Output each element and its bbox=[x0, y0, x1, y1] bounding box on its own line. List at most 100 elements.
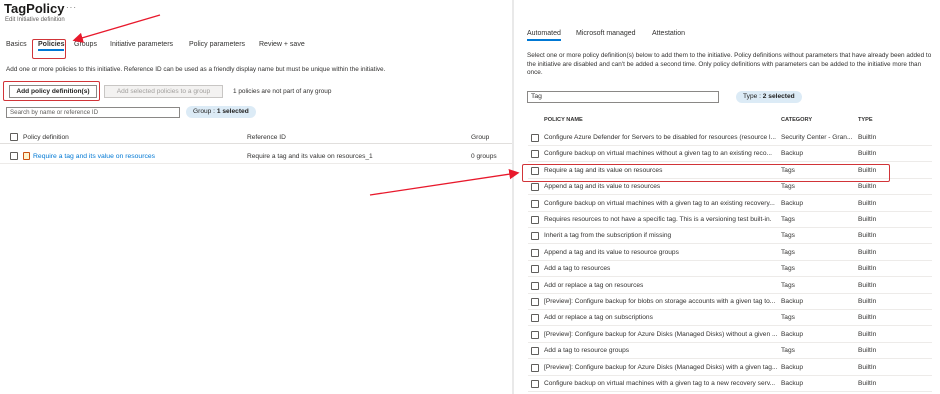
policy-row[interactable]: Configure backup on virtual machines wit… bbox=[528, 376, 932, 392]
policy-row-type: BuiltIn bbox=[858, 199, 877, 207]
policy-row-type: BuiltIn bbox=[858, 314, 877, 322]
policy-row[interactable]: Configure backup on virtual machines wit… bbox=[528, 146, 932, 163]
policy-row-type: BuiltIn bbox=[858, 380, 877, 387]
policy-row[interactable]: [Preview]: Configure backup for Azure Di… bbox=[528, 327, 932, 343]
col-policy-name: POLICY NAME bbox=[544, 117, 583, 123]
policy-row-type: BuiltIn bbox=[858, 248, 877, 256]
policy-row-type: BuiltIn bbox=[858, 281, 877, 289]
tab-groups[interactable]: Groups bbox=[74, 41, 97, 48]
policy-row-category: Tags bbox=[781, 281, 795, 289]
policy-row[interactable]: Append a tag and its value to resource g… bbox=[528, 245, 932, 261]
policy-row-checkbox[interactable] bbox=[531, 150, 539, 159]
policies-description: Add one or more policies to this initiat… bbox=[6, 66, 386, 73]
selected-policy-highlight bbox=[522, 164, 890, 182]
policy-row-checkbox[interactable] bbox=[531, 248, 539, 257]
policy-search-input[interactable]: Tag bbox=[527, 91, 719, 103]
group-filter-pill[interactable]: Group : 1 selected bbox=[186, 106, 256, 118]
policy-row-category: Tags bbox=[781, 216, 795, 223]
policy-row-name: Configure backup on virtual machines wit… bbox=[544, 150, 772, 158]
policy-row-checkbox[interactable] bbox=[531, 265, 539, 274]
more-options-icon[interactable]: ··· bbox=[66, 3, 77, 12]
policy-row-checkbox[interactable] bbox=[531, 216, 539, 224]
col-reference-id: Reference ID bbox=[247, 134, 286, 141]
type-filter-pill[interactable]: Type : 2 selected bbox=[736, 91, 802, 103]
tab-attestation[interactable]: Attestation bbox=[652, 30, 685, 37]
policy-link[interactable]: Require a tag and its value on resources bbox=[33, 153, 155, 160]
policy-row-name: [Preview]: Configure backup for Azure Di… bbox=[544, 363, 778, 371]
policy-row-checkbox[interactable] bbox=[531, 330, 539, 339]
policy-row-name: Requires resources to not have a specifi… bbox=[544, 216, 772, 223]
policy-row[interactable]: Add or replace a tag on resources Tags Bui… bbox=[528, 278, 932, 294]
col-group: Group bbox=[471, 134, 490, 141]
group-filter-label: Group : bbox=[193, 108, 217, 115]
policy-row-checkbox[interactable] bbox=[531, 363, 539, 372]
policy-row-checkbox[interactable] bbox=[531, 380, 539, 388]
reference-id-cell[interactable]: Require a tag and its value on resources… bbox=[247, 153, 373, 160]
group-filter-value: 1 selected bbox=[216, 108, 249, 115]
policy-row-type: BuiltIn bbox=[858, 183, 877, 191]
tab-automated[interactable]: Automated bbox=[527, 30, 561, 41]
policy-row-checkbox[interactable] bbox=[531, 347, 539, 356]
row-divider bbox=[0, 163, 512, 164]
policy-row-checkbox[interactable] bbox=[531, 134, 539, 142]
policy-row-name: [Preview]: Configure backup for blobs on… bbox=[544, 298, 776, 305]
select-all-checkbox[interactable] bbox=[10, 133, 18, 141]
policy-row-checkbox[interactable] bbox=[531, 314, 539, 323]
policy-row-category: Tags bbox=[781, 314, 795, 322]
picker-description: Select one or more policy definition(s) … bbox=[527, 52, 932, 77]
tab-basics[interactable]: Basics bbox=[6, 41, 27, 48]
tab-review-save[interactable]: Review + save bbox=[259, 41, 305, 48]
policy-row-category: Tags bbox=[781, 248, 795, 256]
page-subtitle: Edit Initiative definition bbox=[5, 17, 65, 23]
policy-row-name: Configure backup on virtual machines wit… bbox=[544, 199, 775, 207]
policy-row-category: Tags bbox=[781, 232, 795, 240]
policy-row-name: Add or replace a tag on resources bbox=[544, 281, 644, 289]
policy-row-checkbox[interactable] bbox=[531, 199, 539, 208]
policy-row-name: Add a tag to resource groups bbox=[544, 347, 630, 355]
tab-microsoft-managed[interactable]: Microsoft managed bbox=[576, 30, 636, 37]
tab-policy-parameters[interactable]: Policy parameters bbox=[189, 41, 245, 48]
policy-row-type: BuiltIn bbox=[858, 216, 877, 223]
policy-row-name: Append a tag and its value to resource g… bbox=[544, 248, 679, 256]
policy-row[interactable]: Add or replace a tag on subscriptions Tag… bbox=[528, 310, 932, 327]
policy-row-category: Tags bbox=[781, 183, 795, 191]
row-checkbox[interactable] bbox=[10, 152, 18, 160]
policy-row[interactable]: Requires resources to not have a specifi… bbox=[528, 212, 932, 228]
policy-row-type: BuiltIn bbox=[858, 232, 877, 240]
policy-row[interactable]: Add a tag to resource groups Tags BuiltIn bbox=[528, 343, 932, 360]
policy-row[interactable]: Inherit a tag from the subscription if m… bbox=[528, 228, 932, 245]
policy-row-type: BuiltIn bbox=[858, 134, 877, 141]
policy-row-category: Backup bbox=[781, 330, 803, 338]
policy-row-category: Tags bbox=[781, 347, 795, 355]
search-input[interactable]: Search by name or reference ID bbox=[6, 107, 180, 118]
policies-tab-highlight bbox=[32, 39, 66, 59]
policy-row-checkbox[interactable] bbox=[531, 281, 539, 290]
group-cell: 0 groups bbox=[471, 153, 497, 160]
policy-row-category: Security Center - Gran... bbox=[781, 134, 853, 141]
policy-row-name: Add or replace a tag on subscriptions bbox=[544, 314, 653, 322]
policy-row[interactable]: Add a tag to resources Tags BuiltIn bbox=[528, 261, 932, 278]
policy-row-category: Backup bbox=[781, 298, 803, 305]
policy-definition-icon bbox=[23, 152, 30, 160]
policy-picker-pane: Automated Microsoft managed Attestation … bbox=[514, 0, 940, 394]
policy-row-checkbox[interactable] bbox=[531, 298, 539, 306]
col-policy-definition: Policy definition bbox=[23, 134, 69, 141]
policy-row-name: Configure backup on virtual machines wit… bbox=[544, 380, 776, 387]
page-title: TagPolicy bbox=[4, 1, 65, 16]
add-to-group-button[interactable]: Add selected policies to a group bbox=[104, 85, 223, 98]
policy-row-category: Tags bbox=[781, 265, 795, 273]
policy-table-header: Policy definition Reference ID Group bbox=[0, 130, 512, 144]
policy-row-category: Backup bbox=[781, 199, 803, 207]
policy-row-checkbox[interactable] bbox=[531, 183, 539, 192]
policy-row-checkbox[interactable] bbox=[531, 232, 539, 241]
policy-row-category: Backup bbox=[781, 363, 803, 371]
tab-initiative-parameters[interactable]: Initiative parameters bbox=[110, 41, 173, 48]
policy-row[interactable]: [Preview]: Configure backup for blobs on… bbox=[528, 294, 932, 310]
policy-row[interactable]: Configure backup on virtual machines wit… bbox=[528, 196, 932, 212]
policy-row-name: Configure Azure Defender for Servers to … bbox=[544, 134, 776, 141]
policy-row-name: Append a tag and its value to resources bbox=[544, 183, 661, 191]
policy-row-name: Add a tag to resources bbox=[544, 265, 611, 273]
policy-row-type: BuiltIn bbox=[858, 363, 877, 371]
policy-row[interactable]: [Preview]: Configure backup for Azure Di… bbox=[528, 360, 932, 376]
policy-row[interactable]: Configure Azure Defender for Servers to … bbox=[528, 130, 932, 146]
